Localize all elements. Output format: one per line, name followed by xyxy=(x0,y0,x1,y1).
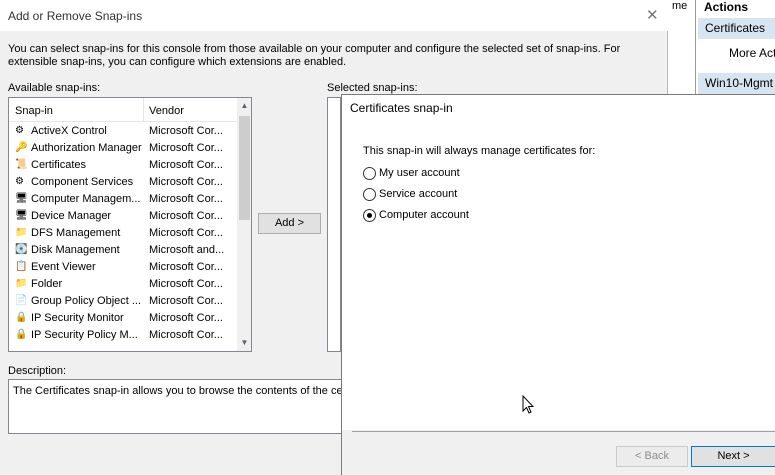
snapin-vendor: Microsoft Cor... xyxy=(149,193,223,205)
snapin-vendor: Microsoft Cor... xyxy=(149,142,223,154)
snapin-vendor: Microsoft Cor... xyxy=(149,261,223,273)
scroll-up-icon[interactable]: ▲ xyxy=(237,98,251,114)
radio-button-selected[interactable] xyxy=(363,209,376,222)
intro-text: You can select snap-ins for this console… xyxy=(8,43,621,68)
snapin-row[interactable]: 🔒 IP Security Monitor Microsoft Cor... xyxy=(9,310,237,327)
add-button[interactable]: Add > xyxy=(258,213,321,234)
cert-dialog-body: This snap-in will always manage certific… xyxy=(342,120,775,430)
cert-prompt: This snap-in will always manage certific… xyxy=(363,145,596,157)
snapin-name: Certificates xyxy=(31,159,87,171)
cert-dialog-title: Certificates snap-in xyxy=(350,101,453,115)
actions-item-certificates[interactable]: Certificates xyxy=(698,18,775,39)
snapin-rows: ⚙ ActiveX Control Microsoft Cor... 🔑 Authori… xyxy=(9,123,237,344)
available-snapins-label: Available snap-ins: xyxy=(8,82,101,94)
snapin-name: Device Manager xyxy=(31,210,112,222)
snapin-row[interactable]: 🖥 Device Manager Microsoft Cor... xyxy=(9,208,237,225)
column-header-vendor[interactable]: Vendor xyxy=(149,105,184,117)
list-scrollbar[interactable]: ▲ ▼ xyxy=(237,98,251,351)
back-button[interactable]: < Back xyxy=(616,446,688,467)
certificates-snapin-dialog: Certificates snap-in This snap-in will a… xyxy=(341,94,775,475)
snapin-row[interactable]: ⚙ ActiveX Control Microsoft Cor... xyxy=(9,123,237,140)
snapin-name: Authorization Manager xyxy=(31,142,142,154)
column-header-snapin[interactable]: Snap-in xyxy=(15,105,53,117)
snapin-vendor: Microsoft Cor... xyxy=(149,312,223,324)
scroll-down-icon[interactable]: ▼ xyxy=(237,335,251,351)
snapin-vendor: Microsoft Cor... xyxy=(149,176,223,188)
snapin-row[interactable]: 📜 Certificates Microsoft Cor... xyxy=(9,157,237,174)
close-icon[interactable]: ✕ xyxy=(646,6,659,24)
authorization-icon: 🔑 xyxy=(15,142,28,153)
actions-item-win10-mgmt[interactable]: Win10-Mgmt xyxy=(698,73,775,94)
event-viewer-icon: 📋 xyxy=(15,261,28,272)
description-box: The Certificates snap-in allows you to b… xyxy=(8,379,342,434)
snapin-name: DFS Management xyxy=(31,227,121,239)
snapin-vendor: Microsoft and... xyxy=(149,244,225,256)
radio-label: Computer account xyxy=(379,209,469,221)
description-label: Description: xyxy=(8,365,67,377)
snapin-row[interactable]: 📄 Group Policy Object ... Microsoft Cor... xyxy=(9,293,237,310)
snapin-row[interactable]: 🔑 Authorization Manager Microsoft Cor... xyxy=(9,140,237,157)
snapin-row[interactable]: 🔒 IP Security Policy M... Microsoft Cor... xyxy=(9,327,237,344)
computer-management-icon: 🖥 xyxy=(15,193,28,204)
snapin-row[interactable]: 💽 Disk Management Microsoft and... xyxy=(9,242,237,259)
snapin-name: Event Viewer xyxy=(31,261,96,273)
snapin-vendor: Microsoft Cor... xyxy=(149,329,223,341)
snapin-vendor: Microsoft Cor... xyxy=(149,125,223,137)
actions-pane-title: Actions xyxy=(704,0,749,14)
radio-button[interactable] xyxy=(363,188,376,201)
certificates-icon: 📜 xyxy=(15,159,28,170)
activex-icon: ⚙ xyxy=(15,125,24,136)
device-manager-icon: 🖥 xyxy=(15,210,28,221)
snapin-name: ActiveX Control xyxy=(31,125,107,137)
component-services-icon: ⚙ xyxy=(15,176,24,187)
snapin-vendor: Microsoft Cor... xyxy=(149,295,223,307)
mmc-column-header: me xyxy=(672,0,688,12)
snapin-vendor: Microsoft Cor... xyxy=(149,227,223,239)
cert-dialog-titlebar: Certificates snap-in xyxy=(342,95,775,120)
snapin-name: Disk Management xyxy=(31,244,120,256)
ip-security-icon: 🔒 xyxy=(15,312,28,323)
divider xyxy=(352,431,775,432)
folder-icon: 📁 xyxy=(15,278,28,289)
group-policy-icon: 📄 xyxy=(15,295,28,306)
next-button[interactable]: Next > xyxy=(691,446,775,467)
snapin-row[interactable]: 📋 Event Viewer Microsoft Cor... xyxy=(9,259,237,276)
selected-snapins-label: Selected snap-ins: xyxy=(327,82,418,94)
snapin-row[interactable]: 📁 Folder Microsoft Cor... xyxy=(9,276,237,293)
description-text: The Certificates snap-in allows you to b… xyxy=(13,385,342,397)
snapin-name: Computer Managem... xyxy=(31,193,141,205)
dialog-title: Add or Remove Snap-ins xyxy=(8,9,143,23)
available-snapins-list[interactable]: Snap-in Vendor ⚙ ActiveX Control Microsoft… xyxy=(8,97,252,352)
snapin-name: Group Policy Object ... xyxy=(31,295,142,307)
snapin-name: IP Security Policy M... xyxy=(31,329,138,341)
actions-item-more-actions[interactable]: More Act xyxy=(729,46,775,60)
snapin-row[interactable]: ⚙ Component Services Microsoft Cor... xyxy=(9,174,237,191)
snapin-name: Component Services xyxy=(31,176,134,188)
snapin-vendor: Microsoft Cor... xyxy=(149,278,223,290)
snapin-vendor: Microsoft Cor... xyxy=(149,159,223,171)
mouse-pointer-icon xyxy=(522,395,534,414)
snapin-name: Folder xyxy=(31,278,63,290)
snapin-name: IP Security Monitor xyxy=(31,312,124,324)
snapin-row[interactable]: 📁 DFS Management Microsoft Cor... xyxy=(9,225,237,242)
ip-security-icon: 🔒 xyxy=(15,329,28,340)
disk-icon: 💽 xyxy=(15,244,28,255)
folder-icon: 📁 xyxy=(15,227,28,238)
list-header: Snap-in Vendor xyxy=(9,98,237,122)
radio-label: Service account xyxy=(379,188,458,200)
scroll-thumb[interactable] xyxy=(239,116,250,220)
radio-label: My user account xyxy=(379,167,460,179)
snapin-row[interactable]: 🖥 Computer Managem... Microsoft Cor... xyxy=(9,191,237,208)
snapin-vendor: Microsoft Cor... xyxy=(149,210,223,222)
dialog-titlebar: Add or Remove Snap-ins ✕ xyxy=(0,0,668,31)
radio-button[interactable] xyxy=(363,167,376,180)
selected-snapins-list[interactable] xyxy=(327,97,341,352)
column-divider xyxy=(143,98,144,122)
